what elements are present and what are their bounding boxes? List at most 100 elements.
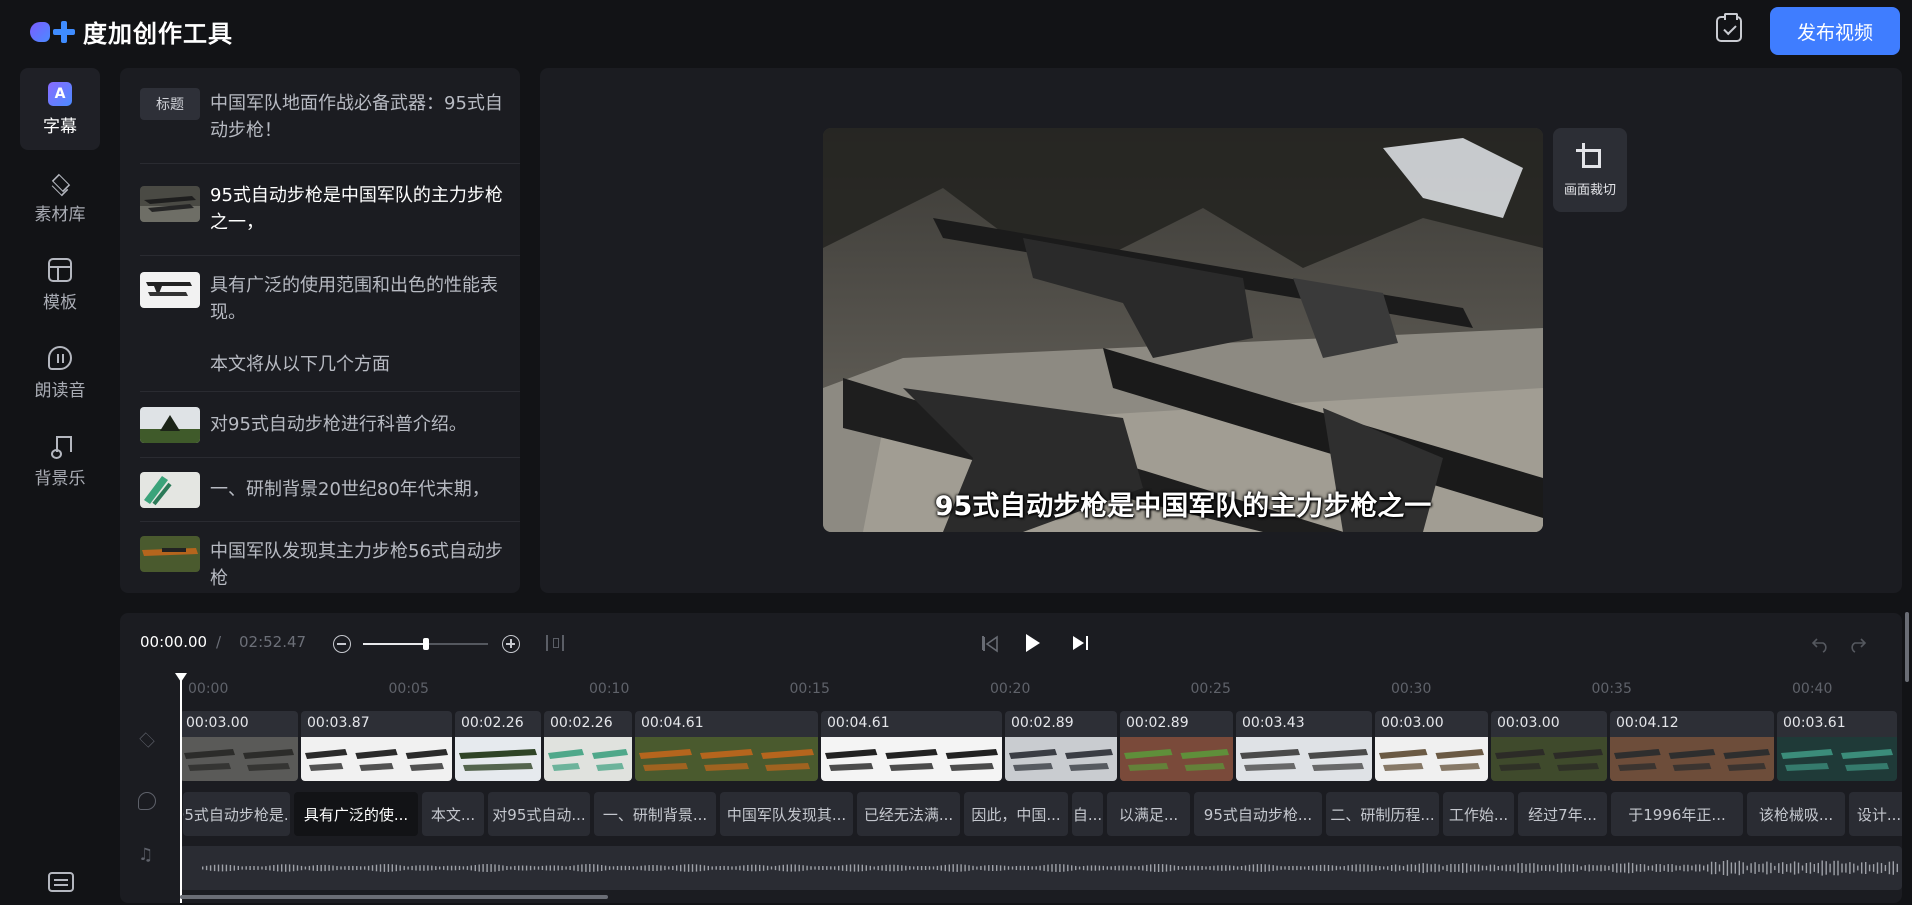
video-clip[interactable]: 00:04.61 (635, 711, 818, 781)
list-item[interactable]: 具有广泛的使用范围和出色的性能表现。 本文将从以下几个方面 (140, 256, 520, 392)
clip-duration: 00:04.12 (1616, 715, 1679, 731)
subtitle-list-panel: 标题 中国军队地面作战必备武器：95式自动步枪！ 95式自动步枪是中国军队的主力… (120, 68, 520, 593)
skip-next-icon[interactable] (1073, 635, 1091, 653)
clip-duration: 00:02.26 (461, 715, 524, 731)
clip-thumbnails (180, 737, 298, 781)
sidebar-item-music[interactable]: 背景乐 (20, 420, 100, 502)
video-clip[interactable]: 00:02.89 (1005, 711, 1117, 781)
timeline-scrollbar[interactable] (180, 895, 608, 899)
subtitle-clip[interactable]: 于1996年正... (1611, 792, 1743, 836)
timeline-toolbar: 00:00.00 / 02:52.47 (120, 613, 1902, 673)
caption-icon[interactable] (48, 872, 74, 892)
playhead[interactable] (175, 673, 187, 903)
subtitle-text: 本文将从以下几个方面 (210, 354, 390, 375)
video-clip[interactable]: 00:02.26 (455, 711, 541, 781)
sidebar-item-label: 素材库 (34, 204, 86, 225)
subtitle-clip[interactable]: 已经无法满... (857, 792, 960, 836)
subtitle-clip[interactable]: 对95式自动... (488, 792, 590, 836)
fit-timeline-icon[interactable] (546, 635, 564, 651)
subtitle-clip[interactable]: 中国军队发现其... (720, 792, 853, 836)
video-clip[interactable]: 00:03.43 (1236, 711, 1372, 781)
task-check-icon[interactable] (1716, 13, 1742, 42)
clip-thumbnails (1491, 737, 1607, 781)
subtitle-clip[interactable]: 工作始... (1443, 792, 1514, 836)
video-frame[interactable]: 95式自动步枪是中国军队的主力步枪之一 (823, 128, 1543, 532)
subtitle-clip[interactable]: 具有广泛的使... (294, 792, 418, 836)
list-item[interactable]: 一、研制背景20世纪80年代末期， (140, 458, 520, 522)
crop-label: 画面裁切 (1563, 182, 1616, 198)
video-clip[interactable]: 00:02.26 (544, 711, 632, 781)
sidebar-item-materials[interactable]: 素材库 (20, 156, 100, 238)
video-clip[interactable]: 00:03.87 (301, 711, 452, 781)
sidebar-item-subtitle[interactable]: A 字幕 (20, 68, 100, 150)
voice-icon (48, 345, 72, 370)
subtitle-text: 中国军队地面作战必备武器：95式自动步枪！ (210, 93, 503, 141)
subtitle-clip[interactable]: 因此，中国... (964, 792, 1068, 836)
timeline-ruler[interactable]: 00:00 00:05 00:10 00:15 00:20 00:25 00:30 00:35… (120, 673, 1902, 703)
subtitle-clip[interactable]: 一、研制背景... (594, 792, 716, 836)
clip-thumbnail (140, 186, 200, 222)
layers-icon (48, 170, 72, 194)
video-clip[interactable]: 00:03.61 (1777, 711, 1897, 781)
time-separator: / (216, 633, 222, 651)
ruler-tick-label: 00:40 (1792, 681, 1833, 697)
panel-scrollbar[interactable] (1905, 612, 1909, 682)
ruler-tick-label: 00:00 (188, 681, 229, 697)
list-item[interactable]: 对95式自动步枪进行科普介绍。 (140, 392, 520, 458)
subtitle-clip[interactable]: 自... (1072, 792, 1103, 836)
video-clip[interactable]: 00:04.12 (1610, 711, 1774, 781)
video-clip[interactable]: 00:02.89 (1120, 711, 1233, 781)
clip-duration: 00:04.61 (827, 715, 890, 731)
zoom-in-icon[interactable] (502, 635, 520, 653)
zoom-slider[interactable] (363, 638, 488, 650)
clip-duration: 00:03.00 (186, 715, 249, 731)
ruler-tick-label: 00:25 (1190, 681, 1231, 697)
subtitle-clip[interactable]: 经过7年... (1518, 792, 1607, 836)
template-icon (48, 257, 72, 282)
subtitle-clip[interactable]: 设计... (1849, 792, 1902, 836)
undo-icon[interactable] (1812, 635, 1830, 653)
list-item-title[interactable]: 标题 中国军队地面作战必备武器：95式自动步枪！ (140, 68, 520, 164)
subtitle-clip[interactable]: 二、研制历程... (1326, 792, 1439, 836)
zoom-slider-handle[interactable] (422, 638, 429, 650)
clip-thumbnails (635, 737, 818, 781)
subtitle-text: 95式自动步枪是中国军队的主力步枪之一， (210, 185, 503, 233)
video-clip[interactable]: 00:03.00 (180, 711, 298, 781)
subtitle-clip[interactable]: 该枪械吸... (1747, 792, 1845, 836)
clip-duration: 00:04.61 (641, 715, 704, 731)
music-icon (48, 434, 72, 459)
subtitle-clip[interactable]: 以满足... (1107, 792, 1190, 836)
clip-thumbnails (1375, 737, 1488, 781)
sidebar-item-label: 模板 (43, 292, 77, 313)
sidebar-item-label: 字幕 (43, 116, 77, 137)
total-time: 02:52.47 (239, 633, 307, 651)
audio-track[interactable] (180, 846, 1902, 890)
zoom-out-icon[interactable] (333, 635, 351, 653)
video-clip[interactable]: 00:03.00 (1375, 711, 1488, 781)
clip-duration: 00:03.00 (1381, 715, 1444, 731)
list-item[interactable]: 中国军队发现其主力步枪56式自动步枪 (140, 522, 520, 593)
list-item[interactable]: 95式自动步枪是中国军队的主力步枪之一， (140, 164, 520, 256)
video-clip[interactable]: 00:03.00 (1491, 711, 1607, 781)
play-icon[interactable] (1026, 634, 1040, 652)
subtitle-clip[interactable]: 95式自动步枪是... (183, 792, 290, 836)
skip-previous-icon[interactable] (982, 635, 1000, 653)
clip-thumbnails (821, 737, 1002, 781)
music-track-icon (138, 845, 156, 866)
app-title: 度加创作工具 (83, 20, 233, 48)
publish-video-button[interactable]: 发布视频 (1770, 7, 1900, 55)
ruler-tick-label: 00:15 (789, 681, 830, 697)
redo-icon[interactable] (1848, 635, 1866, 653)
clip-duration: 00:02.89 (1011, 715, 1074, 731)
video-clip[interactable]: 00:04.61 (821, 711, 1002, 781)
subtitle-clip[interactable]: 95式自动步枪... (1194, 792, 1322, 836)
subtitle-clip[interactable]: 本文... (422, 792, 484, 836)
clip-duration: 00:03.87 (307, 715, 370, 731)
sidebar-item-template[interactable]: 模板 (20, 244, 100, 326)
ruler-tick-label: 00:10 (589, 681, 630, 697)
crop-button[interactable]: 画面裁切 (1553, 128, 1627, 212)
sidebar-item-voice[interactable]: 朗读音 (20, 332, 100, 414)
crop-icon (1576, 142, 1604, 171)
clip-thumbnail (140, 272, 200, 308)
zoom-slider-fill (363, 643, 426, 645)
